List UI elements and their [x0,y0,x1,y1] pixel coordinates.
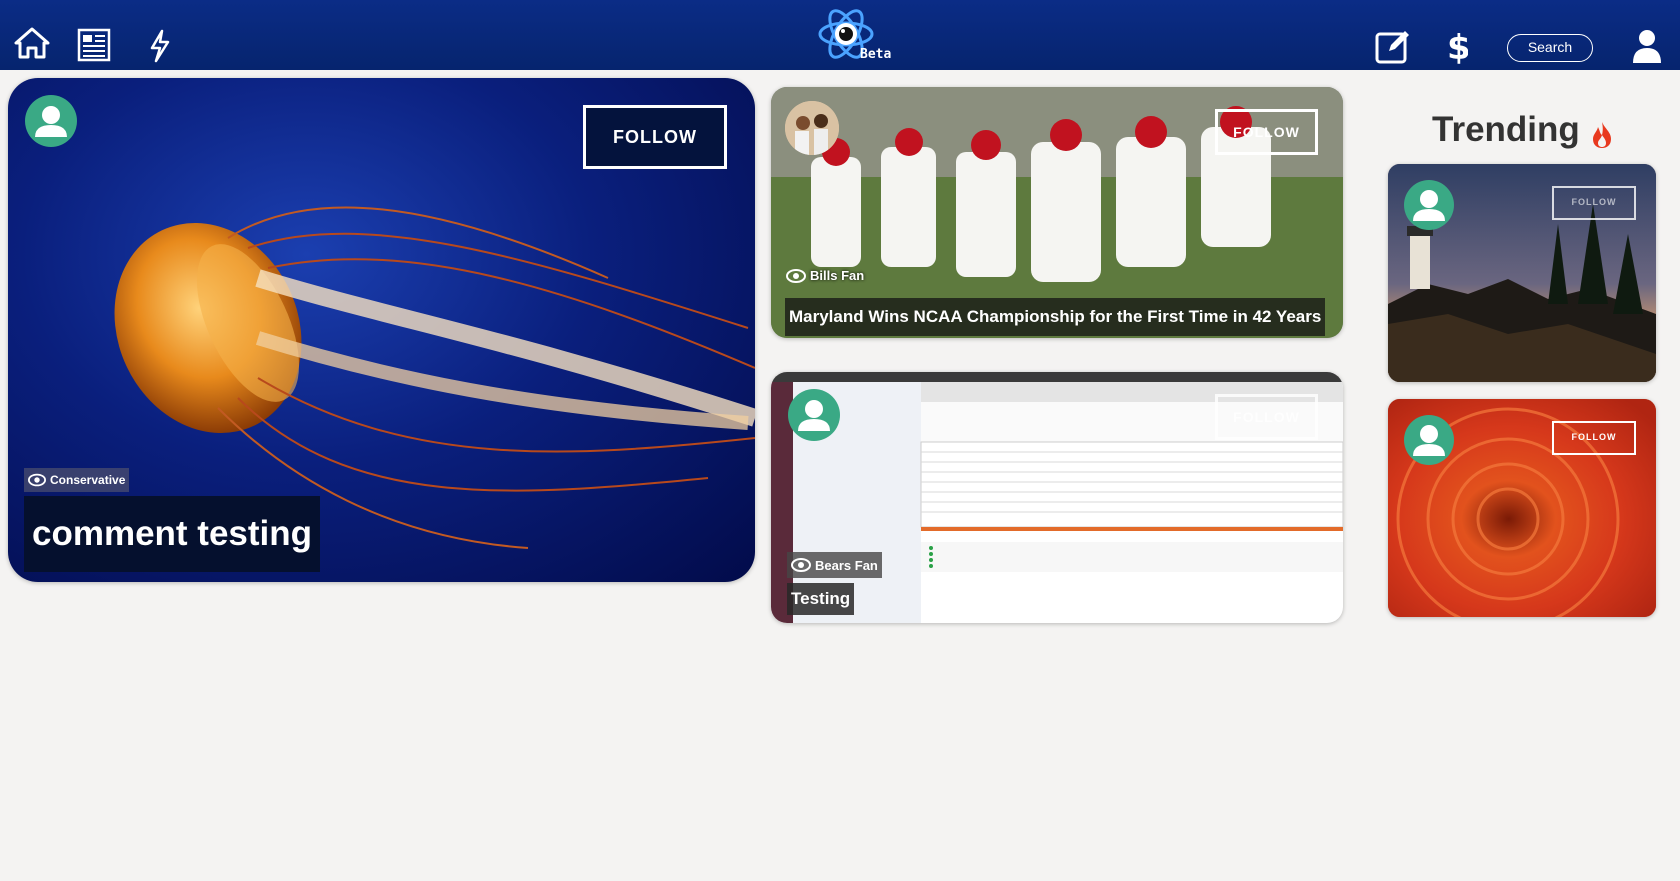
user-icon[interactable] [1632,28,1672,68]
author-photo [785,101,839,155]
follow-button[interactable]: FOLLOW [583,105,727,169]
svg-text:$: $ [1447,28,1468,64]
story-card[interactable]: FOLLOW Bills Fan Maryland Wins NCAA Cham… [771,87,1343,338]
follow-button[interactable]: FOLLOW [1215,109,1318,155]
story-card[interactable]: FOLLOW Bears Fan Testing [771,372,1343,623]
author-avatar[interactable] [785,101,839,155]
story-title[interactable]: Maryland Wins NCAA Championship for the … [785,298,1326,336]
top-navigation-bar: Beta $ Search [0,0,1680,70]
user-icon [798,400,830,431]
follow-button[interactable]: FOLLOW [1552,421,1636,455]
author-avatar[interactable] [1404,180,1454,230]
search-button[interactable]: Search [1507,34,1593,62]
user-icon [1413,190,1445,221]
source-tag[interactable]: Bears Fan [787,552,882,578]
source-label: Bills Fan [810,268,865,283]
dollar-icon[interactable]: $ [1446,28,1486,68]
eye-icon [791,558,811,572]
trending-card[interactable]: FOLLOW [1388,399,1656,617]
eye-icon [786,268,806,283]
trending-heading: Trending [1432,110,1580,149]
site-logo[interactable]: Beta [818,4,898,68]
eye-icon [28,473,46,487]
source-tag[interactable]: Conservative [24,468,130,492]
flame-icon [1593,122,1611,148]
trending-card[interactable]: FOLLOW [1388,164,1656,382]
featured-story-card[interactable]: FOLLOW Conservative comment testing [8,78,755,582]
source-label: Bears Fan [815,557,878,573]
lightning-icon[interactable] [148,29,188,69]
user-icon [35,106,67,137]
beta-badge: Beta [860,47,892,62]
source-tag[interactable]: Bills Fan [786,268,864,283]
home-icon[interactable] [14,26,54,66]
author-avatar[interactable] [1404,415,1454,465]
author-avatar[interactable] [25,95,77,147]
author-avatar[interactable] [788,389,840,441]
story-title[interactable]: comment testing [24,496,321,572]
user-icon [1413,425,1445,456]
story-title[interactable]: Testing [787,583,855,615]
follow-button[interactable]: FOLLOW [1552,186,1636,220]
source-label: Conservative [50,473,126,487]
compose-icon[interactable] [1375,28,1415,68]
follow-button[interactable]: FOLLOW [1215,394,1318,440]
news-icon[interactable] [77,28,117,68]
